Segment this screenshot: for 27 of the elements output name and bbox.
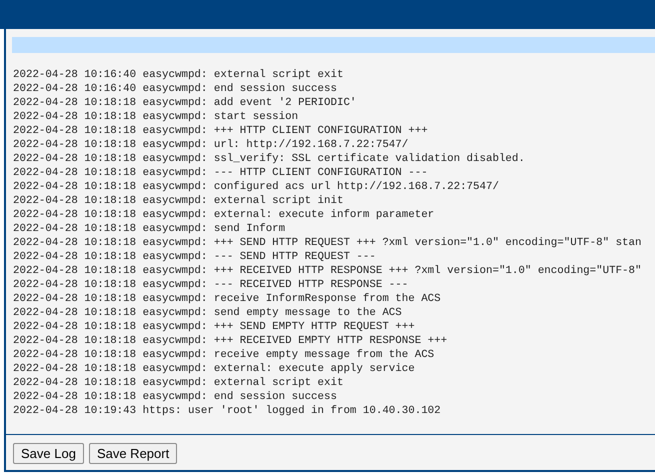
log-line: 2022-04-28 10:18:18 easycwmpd: add event '2 PERIODIC' <box>13 96 356 110</box>
save-button[interactable]: Save Report <box>88 443 178 464</box>
log-line: 2022-04-28 10:18:18 easycwmpd: configured acs url http://192.168.7.22:7547/ <box>13 180 499 194</box>
log-line: 2022-04-28 10:18:18 easycwmpd: external script init <box>13 194 344 208</box>
save-button[interactable]: Save Log <box>13 443 84 464</box>
log-line: 2022-04-28 10:18:18 easycwmpd: +++ SEND EMPTY HTTP REQUEST +++ <box>13 320 415 334</box>
log-line: 2022-04-28 10:18:18 easycwmpd: --- SEND HTTP REQUEST --- <box>13 250 376 264</box>
log-line: 2022-04-28 10:18:18 easycwmpd: receive InformResponse from the ACS <box>13 292 441 306</box>
log-line: 2022-04-28 10:18:18 easycwmpd: send empty message to the ACS <box>13 306 402 320</box>
log-line: 2022-04-28 10:18:18 easycwmpd: receive empty message from the ACS <box>13 348 434 362</box>
log-line: 2022-04-28 10:18:18 easycwmpd: external: execute inform parameter <box>13 208 434 222</box>
log-line: 2022-04-28 10:18:18 easycwmpd: +++ HTTP CLIENT CONFIGURATION +++ <box>13 124 428 138</box>
log-line: 2022-04-28 10:18:18 easycwmpd: external: execute apply service <box>13 362 415 376</box>
log-line: 2022-04-28 10:18:18 easycwmpd: send Inform <box>13 222 286 236</box>
log-line: 2022-04-28 10:18:18 easycwmpd: +++ SEND HTTP REQUEST +++ ?xml version="1.0" encoding="UTF-8" stan <box>13 236 642 250</box>
log-line: 2022-04-28 10:18:18 easycwmpd: --- HTTP CLIENT CONFIGURATION --- <box>13 166 428 180</box>
log-line: 2022-04-28 10:18:18 easycwmpd: ssl_verify: SSL certificate validation disabled. <box>13 152 525 166</box>
log-line: 2022-04-28 10:16:40 easycwmpd: end session success <box>13 82 337 96</box>
log-line: 2022-04-28 10:18:18 easycwmpd: start session <box>13 110 298 124</box>
log-line: 2022-04-28 10:19:43 https: user 'root' logged in from 10.40.30.102 <box>13 404 441 418</box>
log-line: 2022-04-28 10:18:18 easycwmpd: +++ RECEIVED HTTP RESPONSE +++ ?xml version="1.0" encoding="UTF-8" <box>13 264 642 278</box>
log-line: 2022-04-28 10:18:18 easycwmpd: external script exit <box>13 376 344 390</box>
log-line: 2022-04-28 10:16:40 easycwmpd: external script exit <box>13 68 344 82</box>
log-line: 2022-04-28 10:18:18 easycwmpd: +++ RECEIVED EMPTY HTTP RESPONSE +++ <box>13 334 448 348</box>
log-line: 2022-04-28 10:18:18 easycwmpd: url: http://192.168.7.22:7547/ <box>13 138 408 152</box>
log-line: 2022-04-28 10:18:18 easycwmpd: end session success <box>13 390 337 404</box>
log-line: 2022-04-28 10:18:18 easycwmpd: --- RECEIVED HTTP RESPONSE --- <box>13 278 408 292</box>
